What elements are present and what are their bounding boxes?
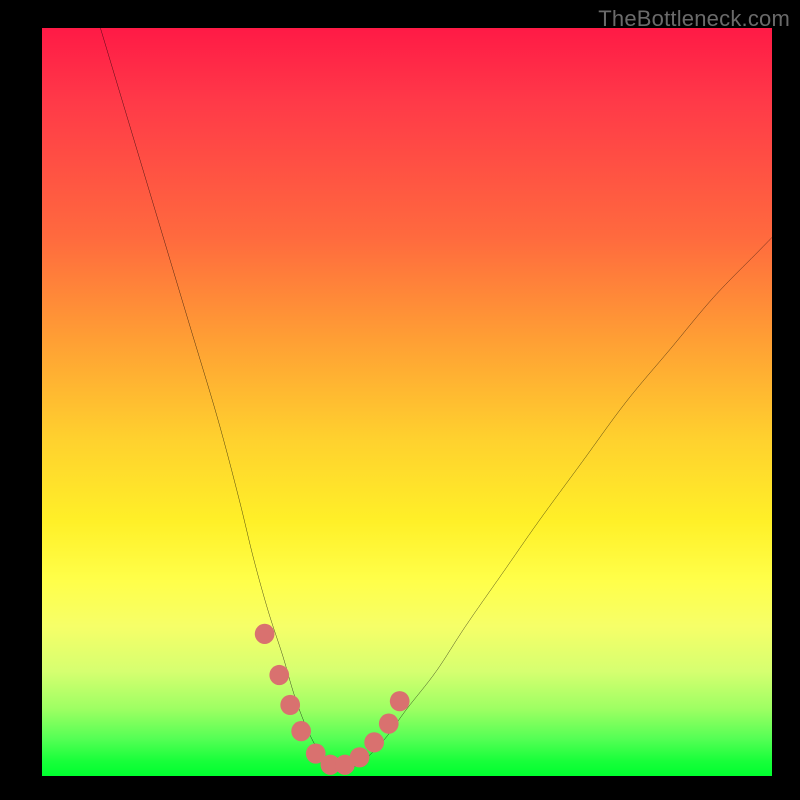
- marker-dot: [350, 747, 370, 767]
- bottleneck-curve-svg: [42, 28, 772, 776]
- plot-area: [42, 28, 772, 776]
- marker-dot: [390, 691, 410, 711]
- watermark-text: TheBottleneck.com: [598, 6, 790, 32]
- bottleneck-curve: [100, 28, 772, 769]
- chart-stage: TheBottleneck.com: [0, 0, 800, 800]
- marker-dot: [364, 732, 384, 752]
- marker-dot: [280, 695, 300, 715]
- marker-dot: [379, 714, 399, 734]
- highlight-markers: [255, 624, 410, 775]
- curve-layer: [100, 28, 772, 769]
- marker-dot: [269, 665, 289, 685]
- marker-dot: [255, 624, 275, 644]
- marker-dot: [291, 721, 311, 741]
